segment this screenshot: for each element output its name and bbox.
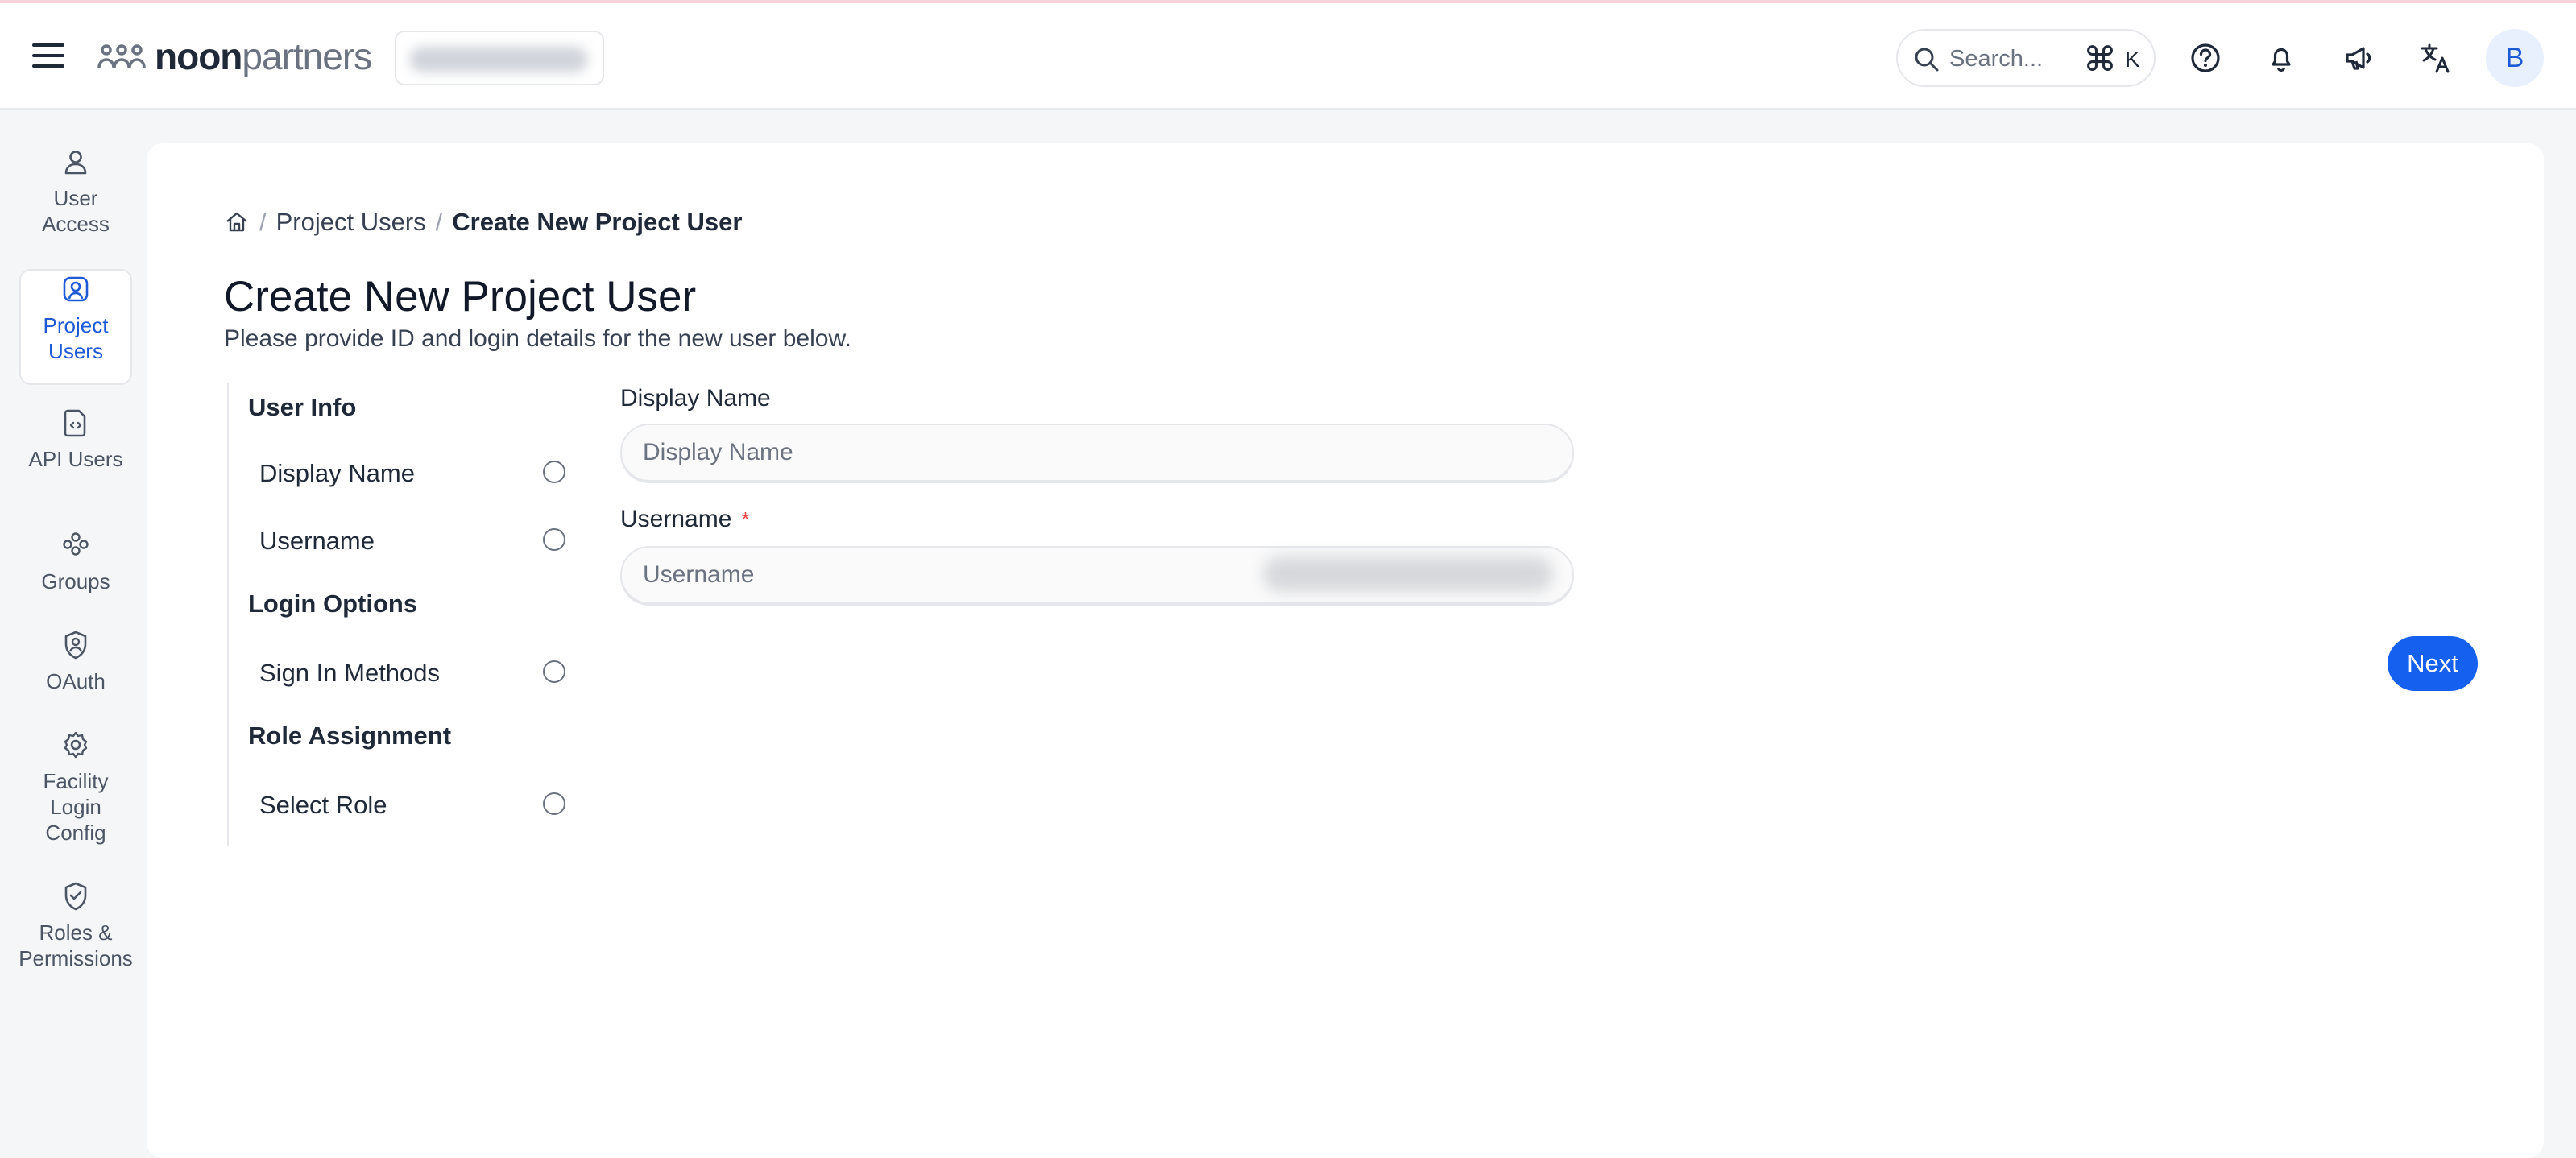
sidebar-item-label: Facility Login Config [43, 769, 109, 845]
breadcrumb-project-users[interactable]: Project Users [276, 208, 426, 237]
step-section-title: Login Options [248, 589, 418, 618]
command-key-icon: ⌘ [2083, 40, 2117, 78]
step-sign-in-methods[interactable]: Sign In Methods [259, 652, 565, 693]
sidebar-item-label: Groups [41, 569, 110, 593]
project-selector[interactable] [395, 31, 604, 85]
shield-check-icon [64, 882, 87, 911]
breadcrumb-current-page: Create New Project User [452, 208, 743, 236]
display-name-input[interactable] [620, 424, 1574, 482]
next-button[interactable]: Next [2388, 636, 2478, 691]
sidebar-item-label: API Users [28, 447, 123, 471]
sidebar-item-label: User Access [42, 186, 110, 236]
step-label: Select Role [259, 791, 387, 819]
main-content-card: / Project Users / Create New Project Use… [147, 143, 2544, 1158]
menu-icon[interactable] [32, 43, 64, 68]
sidebar-item-oauth[interactable]: OAuth [19, 630, 132, 710]
step-label: Display Name [259, 459, 415, 487]
sidebar-nav: User Access Project Users API Users Grou… [0, 111, 147, 1127]
sidebar-item-label: Project Users [43, 313, 109, 363]
search-box[interactable]: Search... ⌘ K [1896, 29, 2156, 87]
breadcrumb: / Project Users / Create New Project Use… [224, 208, 742, 237]
redacted-project-name [409, 47, 588, 72]
step-select-role[interactable]: Select Role [259, 784, 565, 825]
search-shortcut: ⌘ K [2083, 43, 2151, 77]
page-subtitle: Please provide ID and login details for … [224, 325, 851, 352]
search-icon [1915, 48, 1939, 72]
sidebar-item-user-access[interactable]: User Access [19, 147, 132, 248]
translate-language-icon[interactable] [2415, 37, 2457, 79]
sidebar-item-label: Roles & Permissions [19, 920, 133, 970]
user-icon [64, 151, 87, 175]
announcement-megaphone-icon[interactable] [2338, 37, 2379, 79]
step-radio[interactable] [543, 528, 565, 551]
step-radio[interactable] [543, 461, 565, 483]
step-radio[interactable] [543, 660, 565, 683]
step-radio[interactable] [543, 792, 565, 815]
user-avatar[interactable]: B [2486, 29, 2544, 87]
step-label: Sign In Methods [259, 659, 441, 687]
sidebar-item-label: OAuth [46, 669, 106, 693]
redacted-username-suffix [1263, 556, 1553, 592]
step-section-title: Role Assignment [248, 722, 452, 750]
sidebar-item-project-users[interactable]: Project Users [19, 269, 132, 385]
shield-user-icon [64, 631, 87, 660]
sidebar-item-roles-permissions[interactable]: Roles & Permissions [19, 881, 133, 986]
users-group-icon [63, 532, 89, 556]
required-asterisk: * [741, 507, 750, 531]
sidebar-item-facility-login-config[interactable]: Facility Login Config [19, 730, 132, 858]
notification-bell-icon[interactable] [2260, 37, 2302, 79]
step-display-name[interactable]: Display Name [259, 453, 565, 493]
brand-name-light: partners [242, 35, 372, 77]
breadcrumb-separator: / [435, 208, 443, 236]
people-logo-icon [97, 44, 146, 68]
step-section-title: User Info [248, 393, 357, 421]
sidebar-item-api-users[interactable]: API Users [19, 407, 132, 509]
step-label: Username [259, 527, 375, 555]
page-title: Create New Project User [224, 273, 697, 321]
brand-name-bold: noon [155, 35, 242, 77]
shortcut-key: K [2125, 47, 2140, 72]
gear-icon [64, 731, 88, 759]
step-username[interactable]: Username [259, 520, 565, 560]
username-label-text: Username [620, 506, 732, 532]
top-header: noon partners Search... ⌘ K B [0, 3, 2576, 110]
form-steps-nav: User Info Display Name Username Login Op… [227, 383, 582, 846]
display-name-label: Display Name [620, 385, 771, 412]
help-icon[interactable] [2185, 37, 2226, 79]
user-square-icon [63, 276, 89, 302]
breadcrumb-separator: / [259, 208, 267, 236]
home-icon[interactable] [224, 209, 250, 235]
brand-logo[interactable]: noon partners [97, 34, 372, 79]
file-code-icon [64, 409, 86, 437]
search-placeholder: Search... [1949, 46, 2044, 72]
username-label: Username * [620, 506, 750, 533]
sidebar-item-groups[interactable]: Groups [19, 530, 132, 610]
